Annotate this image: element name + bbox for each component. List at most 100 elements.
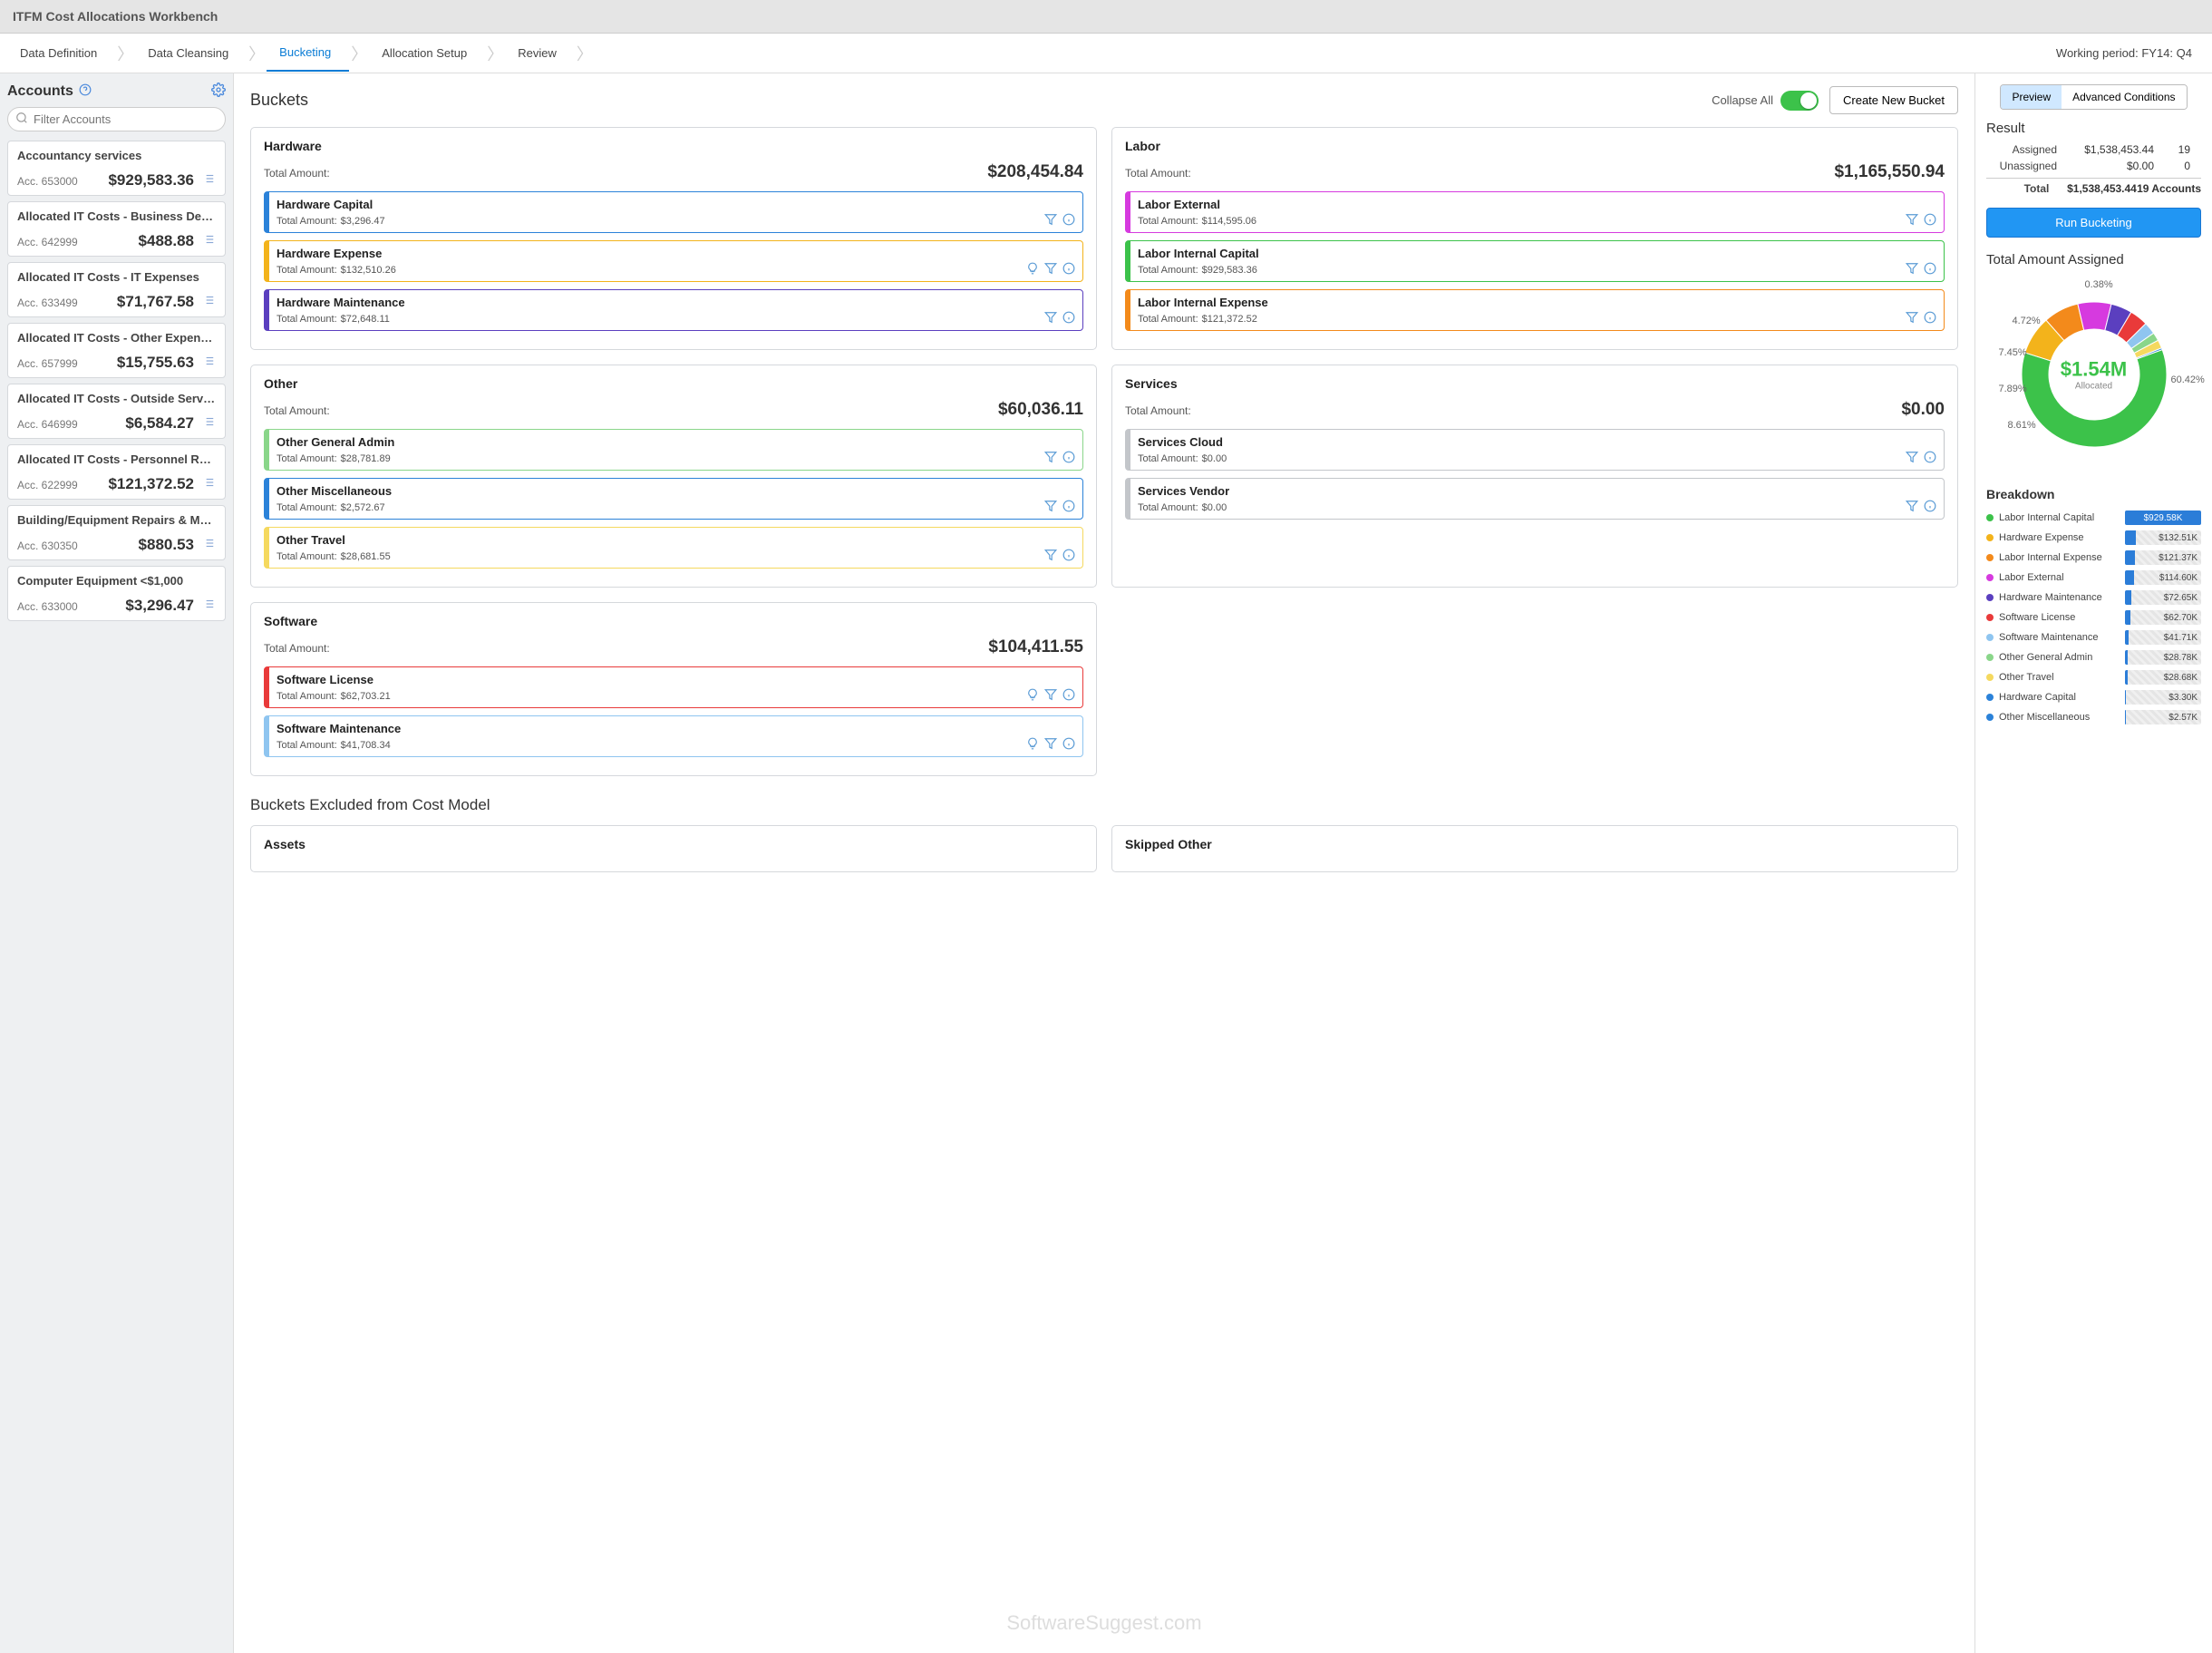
bulb-icon[interactable] (1026, 737, 1039, 753)
filter-icon[interactable] (1044, 500, 1057, 515)
bucket-total-amount: $208,454.84 (987, 162, 1083, 182)
info-icon[interactable] (1062, 549, 1075, 564)
sub-bucket[interactable]: Labor Internal Expense Total Amount: $12… (1125, 289, 1945, 331)
info-icon[interactable] (1924, 500, 1936, 515)
collapse-all-toggle[interactable] (1780, 91, 1819, 111)
sub-bucket[interactable]: Software License Total Amount: $62,703.2… (264, 666, 1083, 708)
step-data-cleansing[interactable]: Data Cleansing (135, 35, 247, 71)
sub-bucket[interactable]: Hardware Capital Total Amount: $3,296.47 (264, 191, 1083, 233)
breakdown-name: Software Maintenance (1999, 632, 2125, 643)
filter-icon[interactable] (1044, 688, 1057, 704)
info-icon[interactable] (1062, 737, 1075, 753)
sub-bucket[interactable]: Services Cloud Total Amount: $0.00 (1125, 429, 1945, 471)
step-bucketing[interactable]: Bucketing (267, 34, 349, 72)
excluded-group-title: Assets (264, 837, 1083, 851)
filter-icon[interactable] (1906, 262, 1918, 277)
filter-accounts-input[interactable] (7, 107, 226, 131)
create-bucket-button[interactable]: Create New Bucket (1829, 86, 1958, 114)
filter-icon[interactable] (1906, 500, 1918, 515)
sub-bucket-amount: $0.00 (1202, 502, 1227, 513)
filter-icon[interactable] (1044, 311, 1057, 326)
bucket-group: Labor Total Amount: $1,165,550.94 Labor … (1111, 127, 1958, 350)
accounts-sidebar: Accounts Accountancy services Acc. 65300… (0, 73, 234, 1653)
breakdown-name: Hardware Maintenance (1999, 592, 2125, 603)
info-icon[interactable] (1924, 213, 1936, 229)
filter-icon[interactable] (1044, 262, 1057, 277)
list-icon[interactable] (201, 355, 216, 370)
chevron-right-icon: 〉 (487, 42, 503, 65)
filter-icon[interactable] (1906, 451, 1918, 466)
account-card[interactable]: Allocated IT Costs - Personnel Relat... … (7, 444, 226, 500)
account-amount: $3,296.47 (125, 597, 194, 615)
account-amount: $6,584.27 (125, 414, 194, 433)
account-amount: $15,755.63 (117, 354, 194, 372)
sub-bucket[interactable]: Other Miscellaneous Total Amount: $2,572… (264, 478, 1083, 520)
account-card[interactable]: Computer Equipment <$1,000 Acc. 633000 $… (7, 566, 226, 621)
list-icon[interactable] (201, 537, 216, 552)
sub-bucket-amount: $929,583.36 (1202, 265, 1257, 276)
sub-bucket[interactable]: Hardware Maintenance Total Amount: $72,6… (264, 289, 1083, 331)
info-icon[interactable] (1062, 262, 1075, 277)
list-icon[interactable] (201, 476, 216, 491)
bucket-group-title: Other (264, 376, 1083, 391)
breakdown-row: Hardware Capital$3.30K (1986, 690, 2201, 705)
list-icon[interactable] (201, 415, 216, 431)
sub-bucket[interactable]: Labor Internal Capital Total Amount: $92… (1125, 240, 1945, 282)
filter-icon[interactable] (1906, 311, 1918, 326)
sub-bucket[interactable]: Other General Admin Total Amount: $28,78… (264, 429, 1083, 471)
sub-bucket-name: Other General Admin (276, 435, 1075, 449)
step-data-definition[interactable]: Data Definition (7, 35, 115, 71)
sub-bucket[interactable]: Software Maintenance Total Amount: $41,7… (264, 715, 1083, 757)
info-icon[interactable] (1062, 500, 1075, 515)
filter-icon[interactable] (1906, 213, 1918, 229)
sub-bucket[interactable]: Services Vendor Total Amount: $0.00 (1125, 478, 1945, 520)
account-card[interactable]: Allocated IT Costs - Outside Service... … (7, 384, 226, 439)
list-icon[interactable] (201, 598, 216, 613)
breakdown-name: Software License (1999, 612, 2125, 623)
list-icon[interactable] (201, 294, 216, 309)
sub-bucket[interactable]: Other Travel Total Amount: $28,681.55 (264, 527, 1083, 569)
preview-tab[interactable]: Preview (2001, 85, 2062, 109)
list-icon[interactable] (201, 233, 216, 248)
filter-icon[interactable] (1044, 213, 1057, 229)
info-icon[interactable] (1062, 688, 1075, 704)
sub-bucket-name: Software License (276, 673, 1075, 686)
advanced-conditions-tab[interactable]: Advanced Conditions (2062, 85, 2186, 109)
info-icon[interactable] (1062, 311, 1075, 326)
excluded-bucket-group: Skipped Other (1111, 825, 1958, 872)
account-card[interactable]: Accountancy services Acc. 653000 $929,58… (7, 141, 226, 196)
sub-bucket-amount: $62,703.21 (341, 691, 391, 702)
account-card[interactable]: Allocated IT Costs - Business Devel... A… (7, 201, 226, 257)
help-icon[interactable] (79, 83, 92, 99)
breakdown-dot (1986, 514, 1994, 521)
watermark: SoftwareSuggest.com (1006, 1611, 1201, 1635)
account-card[interactable]: Allocated IT Costs - IT Expenses Acc. 63… (7, 262, 226, 317)
info-icon[interactable] (1924, 262, 1936, 277)
breakdown-dot (1986, 634, 1994, 641)
run-bucketing-button[interactable]: Run Bucketing (1986, 208, 2201, 238)
filter-icon[interactable] (1044, 451, 1057, 466)
bulb-icon[interactable] (1026, 262, 1039, 277)
bucket-group: Software Total Amount: $104,411.55 Softw… (250, 602, 1097, 776)
account-card[interactable]: Building/Equipment Repairs & Maint... Ac… (7, 505, 226, 560)
sub-bucket-total-label: Total Amount: (276, 551, 337, 562)
list-icon[interactable] (201, 172, 216, 188)
result-row: Assigned$1,538,453.4419 (1986, 141, 2201, 158)
step-review[interactable]: Review (505, 35, 575, 71)
filter-icon[interactable] (1044, 737, 1057, 753)
donut-center-label: Allocated (2061, 382, 2127, 392)
step-allocation-setup[interactable]: Allocation Setup (369, 35, 485, 71)
sub-bucket[interactable]: Hardware Expense Total Amount: $132,510.… (264, 240, 1083, 282)
info-icon[interactable] (1924, 311, 1936, 326)
info-icon[interactable] (1062, 213, 1075, 229)
account-card[interactable]: Allocated IT Costs - Other Expenses Acc.… (7, 323, 226, 378)
filter-icon[interactable] (1044, 549, 1057, 564)
bucket-total-label: Total Amount: (264, 404, 330, 417)
info-icon[interactable] (1062, 451, 1075, 466)
gear-icon[interactable] (211, 83, 226, 100)
info-icon[interactable] (1924, 451, 1936, 466)
breakdown-row: Other General Admin$28.78K (1986, 650, 2201, 665)
donut-slice-label: 7.45% (1999, 347, 2027, 358)
bulb-icon[interactable] (1026, 688, 1039, 704)
sub-bucket[interactable]: Labor External Total Amount: $114,595.06 (1125, 191, 1945, 233)
